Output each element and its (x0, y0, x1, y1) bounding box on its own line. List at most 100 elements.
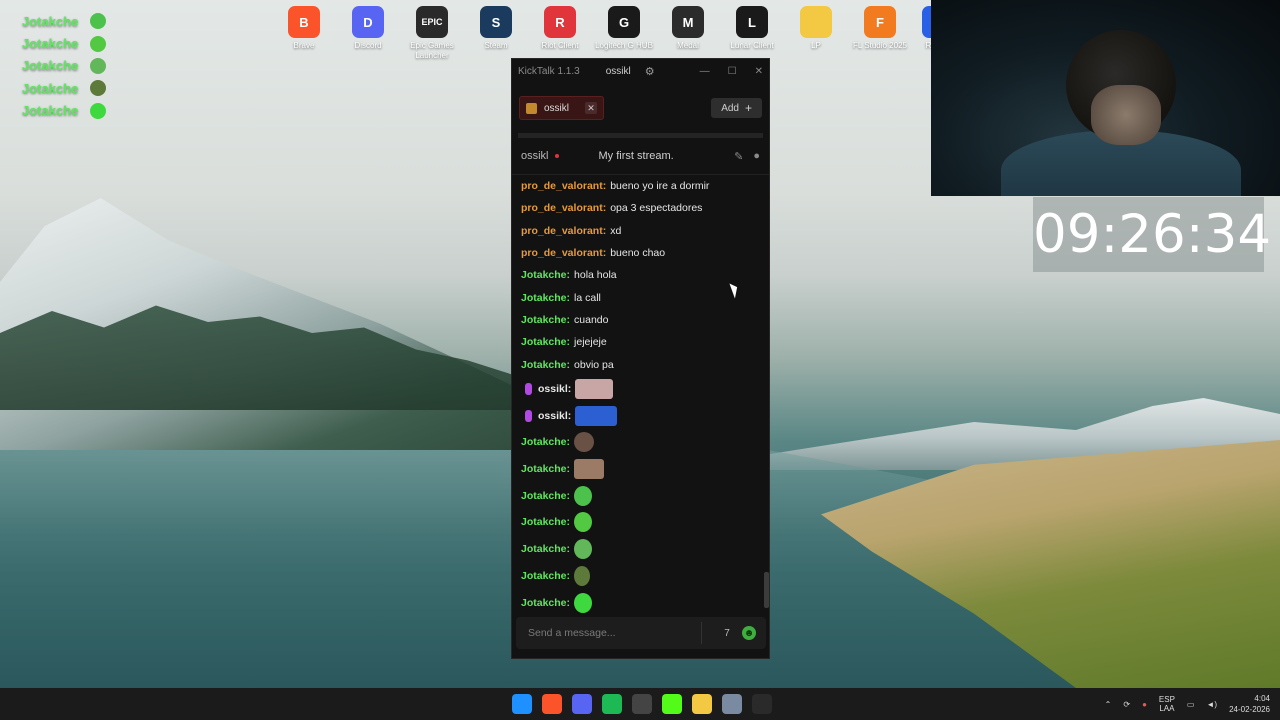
chat-username[interactable]: Jotakche: (521, 292, 570, 304)
overlay-username: Jotakche (22, 36, 79, 52)
titlebar-channel: ossikl (605, 65, 631, 77)
chat-username[interactable]: Jotakche: (521, 570, 570, 582)
crewmate-emote-icon[interactable] (574, 485, 593, 506)
brave-icon[interactable] (542, 694, 562, 714)
desktop-icon-label: Logitech G HUB (595, 41, 653, 50)
minimize-icon[interactable]: — (700, 66, 710, 77)
skull-emote-icon[interactable] (574, 539, 593, 560)
chat-message: ossikl: (521, 376, 760, 403)
obs-icon[interactable] (632, 694, 652, 714)
overlay-username: Jotakche (22, 103, 79, 119)
chat-message: Jotakche: jejejeje (521, 331, 760, 353)
chat-message: pro_de_valorant: bueno yo ire a dormir (521, 175, 760, 197)
desktop-icon-fl-studio-2025[interactable]: F FL Studio 2025 (848, 4, 912, 51)
overlay-row: Jotakche (22, 55, 107, 77)
desktop-icon-epic-games-launcher[interactable]: EPIC Epic Games Launcher (400, 4, 464, 61)
chat-username[interactable]: Jotakche: (521, 543, 570, 555)
chevron-up-icon[interactable]: ⌃ (1105, 700, 1112, 709)
kick-icon[interactable] (662, 694, 682, 714)
desktop-icon-label: Epic Games Launcher (410, 41, 454, 60)
chat-username[interactable]: Jotakche: (521, 463, 570, 475)
discord-icon[interactable] (572, 694, 592, 714)
fl-studio-2025-icon: F (864, 6, 896, 38)
chat-username[interactable]: Jotakche: (521, 359, 570, 371)
chat-message: pro_de_valorant: opa 3 espectadores (521, 197, 760, 219)
tab-label: ossikl (544, 102, 570, 114)
language-indicator[interactable]: ESP LAA (1159, 695, 1175, 713)
user-icon[interactable]: ● (753, 150, 760, 163)
desktop-icon-riot-client[interactable]: R Riot Client (528, 4, 592, 51)
close-icon[interactable]: ✕ (755, 66, 763, 77)
desktop-icon-brave[interactable]: B Brave (272, 4, 336, 51)
tab-close-icon[interactable]: ✕ (585, 102, 598, 114)
face2-emote-icon[interactable] (574, 459, 605, 480)
input-divider (701, 622, 702, 644)
datetime[interactable]: 4:04 24-02-2026 (1229, 693, 1270, 715)
volume-icon[interactable]: ◄) (1206, 700, 1217, 709)
chat-username[interactable]: Jotakche: (521, 336, 570, 348)
lp-icon (800, 6, 832, 38)
clock-overlay: 09:26:34 (1033, 197, 1271, 272)
windows-start-icon[interactable] (512, 694, 532, 714)
settings-icon[interactable] (722, 694, 742, 714)
chat-username[interactable]: Jotakche: (521, 269, 570, 281)
desktop-icon-lunar-client[interactable]: L Lunar Client (720, 4, 784, 51)
network-icon[interactable]: ▭ (1187, 700, 1195, 709)
chat-username[interactable]: Jotakche: (521, 490, 570, 502)
chat-username[interactable]: pro_de_valorant: (521, 180, 606, 192)
face-emote-icon[interactable] (574, 432, 595, 453)
tab-ossikl[interactable]: ossikl ✕ (519, 96, 605, 120)
ghost-emote-icon[interactable] (574, 592, 593, 613)
chat-username[interactable]: ossikl: (538, 383, 571, 395)
chat-username[interactable]: ossikl: (538, 410, 571, 422)
plus-icon: + (744, 101, 752, 115)
chat-list: pro_de_valorant: bueno yo ire a dormir pro… (512, 175, 769, 616)
gear-icon[interactable]: ⚙ (645, 65, 655, 78)
chat-username[interactable]: Jotakche: (521, 436, 570, 448)
file-explorer-icon[interactable] (692, 694, 712, 714)
desktop-icon-medal[interactable]: M Medal (656, 4, 720, 51)
desktop-icon-steam[interactable]: S Steam (464, 4, 528, 51)
chat-username[interactable]: Jotakche: (521, 314, 570, 326)
maximize-icon[interactable]: ☐ (728, 66, 737, 77)
steam-icon: S (480, 6, 512, 38)
logitech-g-hub-icon: G (608, 6, 640, 38)
desktop-icon-label: Brave (293, 41, 315, 50)
chat-message: Jotakche: hola hola (521, 264, 760, 286)
photo-emote-icon[interactable] (575, 379, 614, 400)
chat-username[interactable]: pro_de_valorant: (521, 247, 606, 259)
smile-emote-icon[interactable] (574, 512, 593, 533)
kicktalk-icon[interactable] (752, 694, 772, 714)
scrollbar[interactable] (764, 572, 769, 608)
7tv-emote-icon[interactable]: 7 (720, 626, 734, 640)
spotify-icon[interactable] (602, 694, 622, 714)
channel-avatar (526, 102, 537, 114)
discord-icon: D (352, 6, 384, 38)
chat-message: Jotakche: (521, 562, 760, 589)
sync-icon[interactable]: ⟳ (1123, 700, 1130, 709)
desktop-icon-label: Discord (354, 41, 382, 50)
chat-message: pro_de_valorant: xd (521, 220, 760, 242)
desktop-icon-lp[interactable]: LP (784, 4, 848, 51)
desktop-icon-discord[interactable]: D Discord (336, 4, 400, 51)
mic-icon[interactable]: ● (1142, 700, 1147, 709)
car-emote-icon[interactable] (575, 405, 618, 426)
add-channel-button[interactable]: Add + (711, 98, 762, 118)
overlay-username: Jotakche (22, 80, 79, 96)
chat-username[interactable]: pro_de_valorant: (521, 225, 606, 237)
stream-name[interactable]: ossikl (521, 150, 549, 162)
chat-username[interactable]: pro_de_valorant: (521, 202, 606, 214)
chat-text: obvio pa (574, 358, 614, 371)
desktop-icon-label: Medal (677, 41, 699, 50)
desktop-icon-logitech-g-hub[interactable]: G Logitech G HUB (592, 4, 656, 51)
skull-emote-icon (90, 57, 107, 74)
kick-emote-icon[interactable]: ☻ (742, 626, 756, 640)
chat-text: opa 3 espectadores (610, 202, 703, 215)
message-input[interactable] (526, 626, 691, 640)
overlay-username: Jotakche (22, 58, 79, 74)
chat-input-bar: 7 ☻ (516, 617, 766, 649)
chat-username[interactable]: Jotakche: (521, 516, 570, 528)
chat-username[interactable]: Jotakche: (521, 597, 570, 609)
pin-icon[interactable]: ✎ (734, 150, 743, 163)
frog-emote-icon[interactable] (574, 565, 591, 586)
